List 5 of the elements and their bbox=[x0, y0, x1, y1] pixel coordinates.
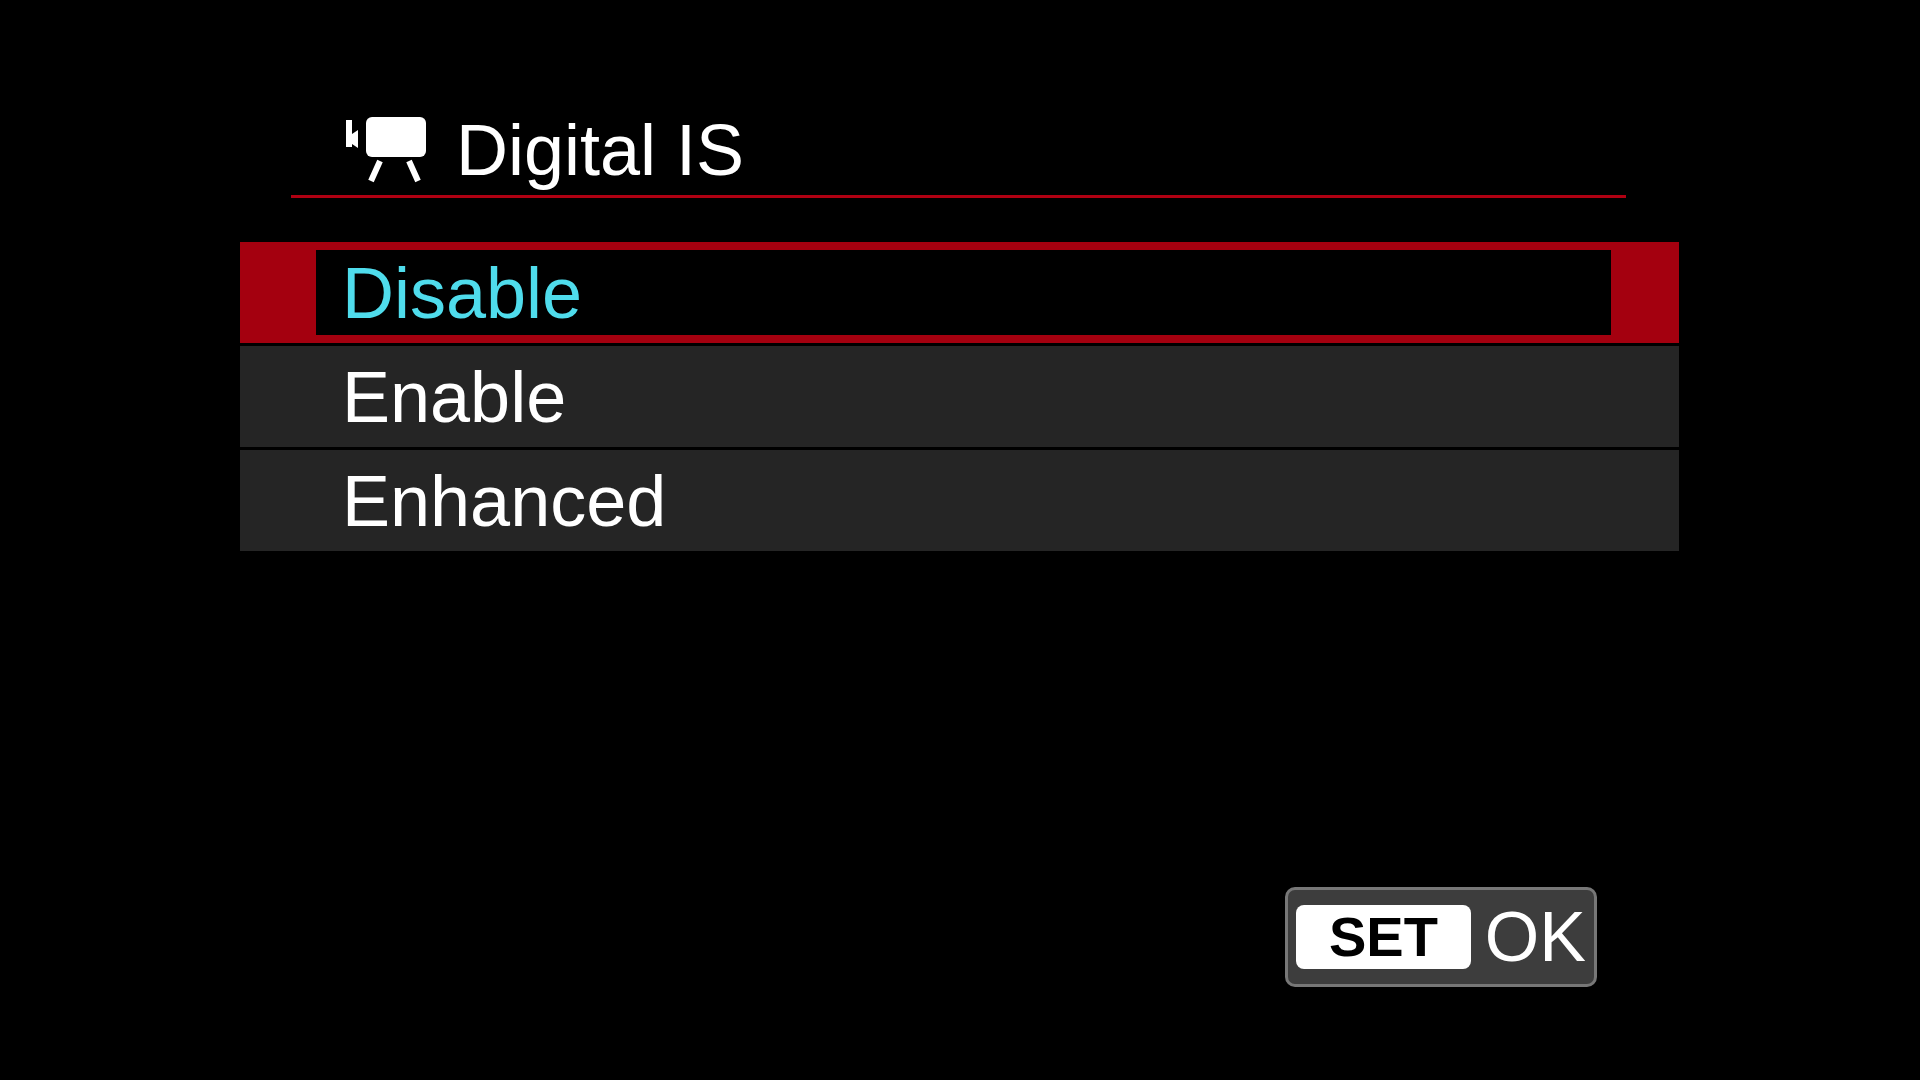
menu-option[interactable]: Enhanced bbox=[240, 450, 1679, 551]
menu-option[interactable]: Enable bbox=[240, 346, 1679, 447]
menu-option[interactable]: Disable bbox=[240, 242, 1679, 343]
movie-camera-icon bbox=[346, 116, 426, 183]
set-ok-button[interactable]: SET OK bbox=[1285, 887, 1597, 987]
